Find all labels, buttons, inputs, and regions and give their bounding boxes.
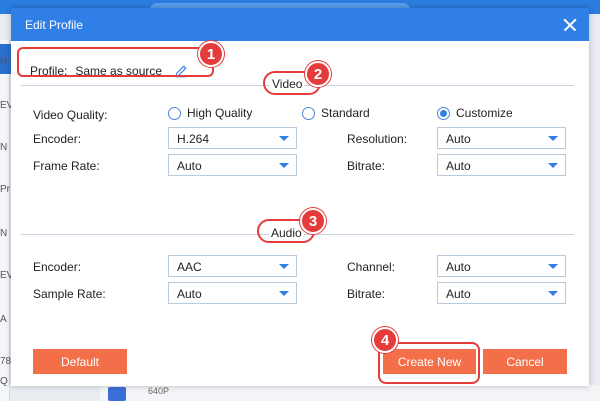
chevron-down-icon	[548, 264, 558, 269]
background-fragment: Q	[0, 376, 8, 387]
create-new-button[interactable]: Create New	[383, 349, 476, 374]
background-fragment: A	[0, 314, 7, 325]
close-icon[interactable]	[559, 14, 581, 36]
highlight-profile	[17, 47, 214, 77]
background-fragment: Pr	[0, 184, 10, 195]
chevron-down-icon	[548, 136, 558, 141]
background-fragment: N	[0, 228, 8, 239]
chevron-down-icon	[279, 291, 289, 296]
chevron-down-icon	[279, 163, 289, 168]
video-encoder-label: Encoder:	[33, 132, 82, 146]
annotation-badge-3: 3	[300, 208, 326, 234]
frame-rate-select[interactable]: Auto	[168, 154, 297, 176]
select-value: Auto	[446, 287, 471, 301]
select-value: Auto	[177, 159, 202, 173]
radio-circle-icon	[302, 106, 315, 120]
select-value: Auto	[446, 260, 471, 274]
radio-high-quality[interactable]: High Quality	[168, 106, 252, 120]
chevron-down-icon	[548, 163, 558, 168]
radio-label: Customize	[456, 106, 513, 120]
background-fragment: N	[0, 56, 8, 67]
chevron-down-icon	[279, 136, 289, 141]
sample-rate-select[interactable]: Auto	[168, 282, 297, 304]
channel-select[interactable]: Auto	[437, 255, 566, 277]
dialog-titlebar: Edit Profile	[11, 8, 589, 41]
dialog-title: Edit Profile	[25, 18, 84, 32]
select-value: Auto	[446, 132, 471, 146]
select-value: H.264	[177, 132, 210, 146]
annotation-badge-1: 1	[198, 41, 224, 67]
background-bottom-bar	[100, 385, 600, 401]
select-value: Auto	[177, 287, 202, 301]
annotation-badge-2: 2	[305, 61, 331, 87]
resolution-label: Resolution:	[347, 132, 408, 146]
chevron-down-icon	[279, 264, 289, 269]
annotation-badge-4: 4	[372, 327, 398, 353]
sample-rate-label: Sample Rate:	[33, 287, 106, 301]
audio-bitrate-label: Bitrate:	[347, 287, 386, 301]
select-value: Auto	[446, 159, 471, 173]
cancel-button[interactable]: Cancel	[483, 349, 567, 374]
background-sidebar	[0, 40, 10, 401]
background-fragment: N	[0, 142, 8, 153]
audio-encoder-label: Encoder:	[33, 260, 82, 274]
video-encoder-select[interactable]: H.264	[168, 127, 297, 149]
audio-bitrate-select[interactable]: Auto	[437, 282, 566, 304]
resolution-select[interactable]: Auto	[437, 127, 566, 149]
radio-circle-icon	[168, 106, 181, 120]
video-file-icon	[108, 387, 126, 401]
video-quality-label: Video Quality:	[33, 108, 108, 122]
radio-customize[interactable]: Customize	[437, 106, 513, 120]
edit-profile-dialog: Edit Profile Profile: Same as source 1 V…	[11, 8, 589, 386]
select-value: AAC	[177, 260, 202, 274]
audio-encoder-select[interactable]: AAC	[168, 255, 297, 277]
background-fragment: 78	[0, 356, 12, 367]
default-button[interactable]: Default	[33, 349, 127, 374]
video-bitrate-label: Bitrate:	[347, 159, 386, 173]
chevron-down-icon	[548, 291, 558, 296]
radio-checked-icon	[437, 106, 450, 120]
video-bitrate-select[interactable]: Auto	[437, 154, 566, 176]
radio-label: High Quality	[187, 106, 253, 120]
frame-rate-label: Frame Rate:	[33, 159, 100, 173]
radio-standard[interactable]: Standard	[302, 106, 370, 120]
background-bottom-text: 640P	[148, 386, 170, 396]
radio-label: Standard	[321, 106, 370, 120]
channel-label: Channel:	[347, 260, 396, 274]
